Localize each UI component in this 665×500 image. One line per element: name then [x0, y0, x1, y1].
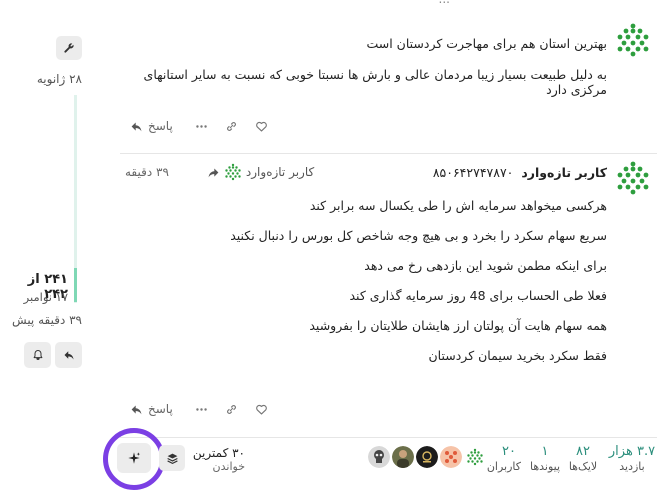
participant-avatar[interactable] — [416, 446, 438, 468]
post1-avatar[interactable] — [615, 22, 651, 58]
layers-icon — [166, 453, 178, 464]
more-icon — [196, 407, 208, 411]
topic-map-divider — [120, 437, 657, 438]
stat-value: ۱ — [541, 444, 549, 459]
stat-links: ۱ پیوندها — [527, 444, 563, 473]
wrench-icon — [64, 43, 74, 53]
skull-avatar-icon — [368, 446, 390, 468]
post2-reply-button[interactable]: پاسخ — [124, 397, 179, 421]
post1-reply-label: پاسخ — [148, 119, 173, 133]
post2-like-button[interactable] — [247, 397, 277, 421]
stat-views: ۳.۷ هزار بازدید — [606, 444, 658, 473]
link-icon — [227, 404, 237, 414]
post2-meta: ۳۹ دقیقه کاربر تازه‌وارد — [125, 163, 314, 181]
readers-count: ۳۰ کمترین — [192, 446, 245, 460]
stat-label: بازدید — [619, 460, 645, 473]
stat-value: ۲۰ — [502, 444, 516, 459]
post2-header: ۳۹ دقیقه کاربر تازه‌وارد کاربر تازه‌وارد… — [125, 162, 607, 182]
timeline-reply-button[interactable] — [55, 342, 82, 368]
participant-avatar[interactable] — [368, 446, 390, 468]
user-avatar-icon — [225, 163, 241, 181]
heart-icon — [256, 121, 268, 132]
participants-avatars — [368, 446, 486, 468]
photo-avatar-icon — [392, 446, 414, 468]
post2-line: سریع سهام سکرد را بخرد و بی هیچ وجه شاخص… — [230, 228, 607, 243]
post2-more-button[interactable] — [187, 397, 217, 421]
participant-avatar[interactable] — [464, 446, 486, 468]
topic-summary-button[interactable] — [159, 445, 185, 471]
post2-reply-label: پاسخ — [148, 402, 173, 416]
post1-more-button[interactable] — [187, 114, 217, 138]
timeline-handle[interactable] — [74, 268, 77, 302]
post2-actions: پاسخ — [124, 397, 277, 421]
post1-title-line: بهترین استان هم برای مهاجرت کردستان است — [366, 36, 607, 51]
post2-author-id: ۸۵۰۶۴۲۷۴۷۸۷۰ — [432, 164, 514, 180]
reply-icon — [131, 404, 142, 414]
user-avatar-icon — [617, 161, 649, 195]
pattern-avatar-icon — [440, 446, 462, 468]
stat-label: کاربران — [486, 460, 521, 473]
post1-body: به دلیل طبیعت بسیار زیبا مردمان عالی و ب… — [143, 67, 607, 97]
post2-line: هرکسی میخواهد سرمایه اش را طی یکسال سه ب… — [309, 198, 607, 213]
stat-value: ۳.۷ هزار — [608, 444, 656, 459]
stat-value: ۸۲ — [576, 444, 590, 459]
stat-label: پیوندها — [529, 460, 561, 473]
notification-bell-button[interactable] — [24, 342, 51, 368]
more-icon — [196, 124, 208, 128]
previous-post-cut-text: ... — [439, 0, 450, 6]
post2-body: هرکسی میخواهد سرمایه اش را طی یکسال سه ب… — [87, 196, 607, 376]
post2-link-button[interactable] — [217, 397, 247, 421]
participant-avatar[interactable] — [440, 446, 462, 468]
post2-time[interactable]: ۳۹ دقیقه — [125, 165, 169, 179]
user-avatar-icon — [464, 446, 486, 468]
stat-likes: ۸۲ لایک‌ها — [566, 444, 600, 473]
link-icon — [227, 121, 237, 131]
post1-link-button[interactable] — [217, 114, 247, 138]
timeline-position-date: ۱۷ نوامبر — [23, 290, 68, 304]
timeline-start-date[interactable]: ۲۸ ژانویه — [30, 72, 82, 86]
post1-actions: پاسخ — [124, 114, 277, 138]
post2-author-name: کاربر تازه‌وارد — [521, 164, 607, 180]
stat-label: لایک‌ها — [568, 460, 598, 473]
user-avatar-icon — [617, 23, 649, 57]
readers-stat: ۳۰ کمترین خواندن — [190, 446, 245, 473]
readers-label: خواندن — [212, 460, 245, 473]
post2-line: فقط سکرد بخرید سیمان کردستان — [428, 348, 608, 363]
admin-wrench-button[interactable] — [56, 36, 82, 60]
post2-line: برای اینکه مطمن شوید این بازدهی رخ می ده… — [364, 258, 607, 273]
post1-like-button[interactable] — [247, 114, 277, 138]
post2-line: همه سهام هایت آن پولتان ارز هایشان طلایت… — [309, 318, 607, 333]
heart-icon — [256, 404, 268, 415]
participant-avatar[interactable] — [392, 446, 414, 468]
post2-avatar[interactable] — [615, 160, 651, 196]
post1-reply-button[interactable]: پاسخ — [124, 114, 179, 138]
reply-icon — [131, 121, 142, 131]
stat-users: ۲۰ کاربران — [486, 444, 521, 473]
post2-line: فعلا طی الحساب برای 48 روز سرمایه گذاری … — [349, 288, 608, 303]
reply-to-username: کاربر تازه‌وارد — [245, 165, 315, 179]
post2-reply-to[interactable]: کاربر تازه‌وارد — [207, 163, 314, 181]
bell-icon — [33, 350, 42, 360]
highlight-ring — [103, 428, 165, 490]
post2-author[interactable]: کاربر تازه‌وارد ۸۵۰۶۴۲۷۴۷۸۷۰ — [433, 165, 607, 180]
dark-logo-avatar-icon — [416, 446, 438, 468]
reply-to-avatar — [224, 163, 242, 181]
reply-arrow-icon — [208, 167, 219, 177]
reply-icon — [64, 351, 73, 360]
post-divider — [120, 153, 657, 154]
timeline-last-activity[interactable]: ۳۹ دقیقه پیش — [10, 313, 82, 327]
